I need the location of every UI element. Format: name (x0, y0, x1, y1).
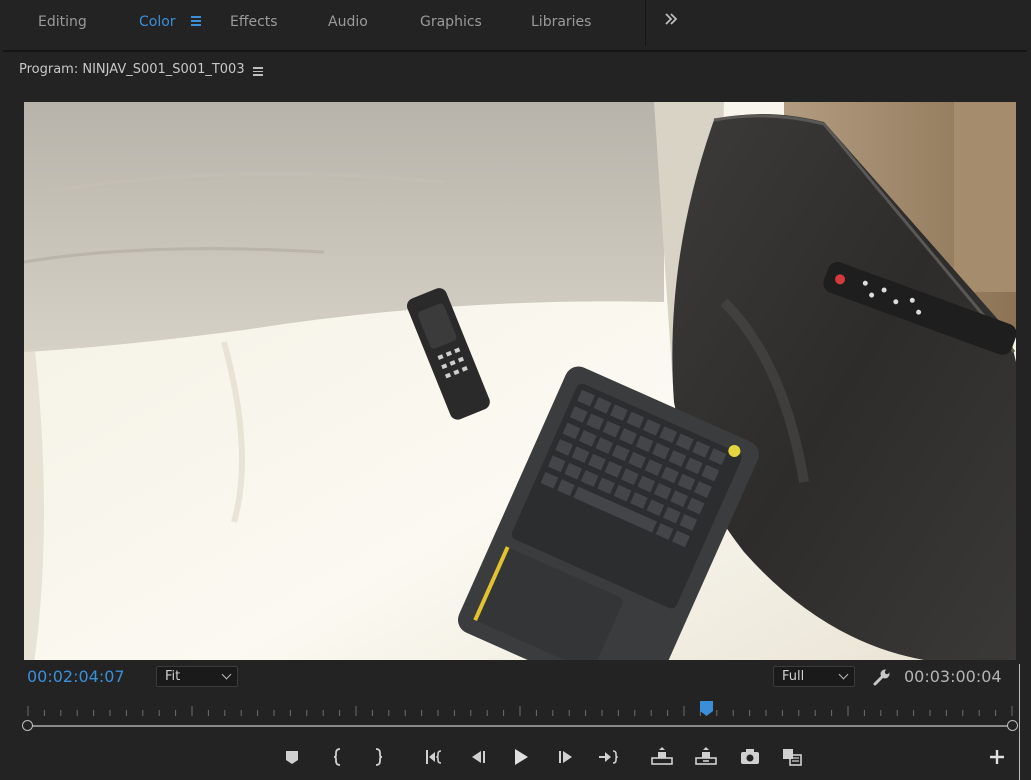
export-frame-button[interactable] (738, 745, 762, 769)
out-point-handle[interactable] (1007, 720, 1018, 731)
ruler-ticks (27, 706, 1013, 716)
tab-libraries[interactable]: Libraries (531, 14, 591, 30)
settings-wrench-icon[interactable] (872, 667, 892, 687)
ruler-track (28, 725, 1012, 727)
playback-resolution-value: Full (782, 669, 805, 684)
lift-icon (651, 747, 673, 765)
play-button[interactable] (509, 745, 533, 769)
button-editor-button[interactable] (985, 745, 1009, 769)
chevron-down-icon (221, 669, 232, 680)
tab-graphics[interactable]: Graphics (420, 14, 482, 30)
duration-timecode: 00:03:00:04 (904, 667, 1002, 686)
zoom-level-value: Fit (165, 669, 181, 684)
go-to-in-button[interactable] (422, 745, 446, 769)
button-editor-plus-icon (990, 750, 1004, 764)
in-point-handle[interactable] (22, 720, 33, 731)
tab-color[interactable]: Color (139, 14, 176, 30)
panel-menu-icon[interactable] (253, 66, 264, 76)
go-to-out-button[interactable] (596, 745, 620, 769)
zoom-level-select[interactable]: Fit (156, 666, 238, 687)
mark-out-button[interactable] (366, 745, 390, 769)
tab-effects[interactable]: Effects (230, 14, 278, 30)
playhead-icon[interactable] (700, 701, 714, 716)
time-ruler[interactable] (18, 700, 1018, 734)
comparison-view-button[interactable] (780, 745, 804, 769)
play-icon (515, 749, 528, 765)
overflow-chevrons-icon[interactable] (664, 10, 678, 31)
tab-audio[interactable]: Audio (328, 14, 368, 30)
step-forward-icon (559, 751, 572, 763)
video-frame[interactable] (24, 102, 1016, 660)
tab-editing[interactable]: Editing (38, 14, 87, 30)
video-image (24, 102, 1016, 660)
add-marker-button[interactable] (280, 745, 304, 769)
workspace-overflow (645, 0, 1031, 46)
playback-resolution-select[interactable]: Full (773, 666, 855, 687)
mark-in-icon (333, 748, 341, 766)
panel-edge-divider (1019, 664, 1020, 780)
add-marker-icon (286, 751, 298, 764)
step-forward-button[interactable] (554, 745, 578, 769)
workspace-bar: Editing Color Effects Audio Graphics Lib… (0, 0, 1031, 46)
go-to-out-icon (599, 750, 619, 764)
current-timecode[interactable]: 00:02:04:07 (27, 667, 125, 686)
step-back-button[interactable] (466, 745, 490, 769)
extract-button[interactable] (694, 745, 718, 769)
panel-title: Program: NINJAV_S001_S001_T003 (19, 62, 245, 77)
go-to-in-icon (426, 750, 442, 764)
extract-icon (695, 747, 717, 765)
chevron-down-icon (838, 669, 849, 680)
mark-in-button[interactable] (326, 745, 350, 769)
lift-button[interactable] (650, 745, 674, 769)
step-back-icon (472, 751, 485, 763)
export-frame-icon (741, 749, 759, 764)
mark-out-icon (375, 748, 383, 766)
comparison-view-icon (783, 749, 802, 766)
workspace-menu-icon[interactable] (189, 12, 203, 30)
